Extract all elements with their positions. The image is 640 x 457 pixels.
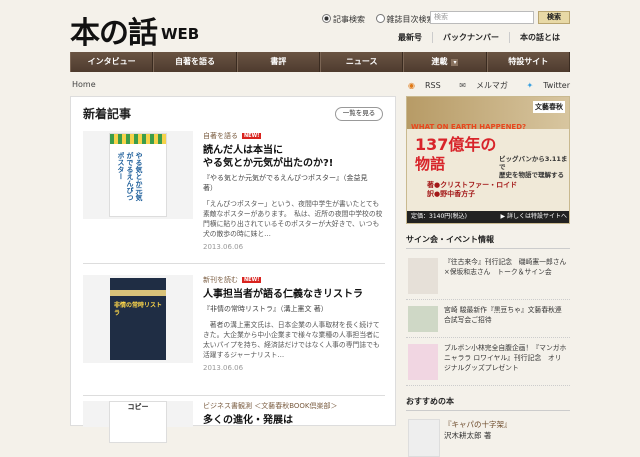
events-heading: サイン会・イベント情報: [406, 234, 570, 249]
nav-interview[interactable]: インタビュー: [70, 52, 154, 72]
ad-headline-en: WHAT ON EARTH HAPPENED?: [411, 123, 527, 131]
article-thumbnail[interactable]: やる気とか元気がでるえんぴつポスター: [83, 131, 193, 219]
article-book: 『やる気とか元気がでるえんぴつポスター』（金益見 著）: [203, 174, 368, 192]
article-date: 2013.06.06: [203, 243, 244, 251]
article-category[interactable]: ビジネス書観測 ＜文藝春秋BOOK倶楽部＞: [203, 401, 383, 411]
search-option-magazine[interactable]: 雑誌目次検索: [375, 14, 435, 24]
event-text[interactable]: 宮崎 駿最新作『黒豆ちゃ』文藝春秋連合試写会ご招待: [444, 305, 568, 325]
article-item[interactable]: コピー ビジネス書観測 ＜文藝春秋BOOK倶楽部＞ 多くの進化・発展は: [83, 401, 385, 443]
book-cover: コピー: [109, 401, 167, 443]
article-thumbnail[interactable]: コピー: [83, 401, 193, 443]
event-text[interactable]: 『往古来今』刊行記念 磯崎憲一郎さん×保坂和志さん トーク＆サイン会: [444, 257, 568, 277]
article-body: 自著を語る NEW! 読んだ人は本当に やる気とか元気が出たのか?! 『やる気とか…: [203, 131, 383, 251]
sidebar: 文藝春秋 WHAT ON EARTH HAPPENED? 137億年の 物語 ビ…: [406, 96, 570, 457]
cover-title: 非情の常時リストラ: [114, 302, 163, 317]
article-body: ビジネス書観測 ＜文藝春秋BOOK倶楽部＞ 多くの進化・発展は: [203, 401, 383, 427]
search-input[interactable]: 検索: [430, 11, 534, 24]
event-item[interactable]: ブルボン小林完全自腹企画！『マンガホニャララ ロワイヤル』刊行記念 オリジナルグ…: [406, 341, 570, 386]
section-heading: 新着記事: [83, 107, 132, 121]
article-title[interactable]: 読んだ人は本当に やる気とか元気が出たのか?!: [203, 144, 383, 170]
event-item[interactable]: 宮崎 駿最新作『黒豆ちゃ』文藝春秋連合試写会ご招待: [406, 303, 570, 338]
twitter-icon: ✦: [526, 81, 534, 90]
ad-authors: 著●クリストファー・ロイド 訳●野中香方子: [427, 181, 518, 198]
twitter-link[interactable]: ✦ Twitter: [518, 81, 570, 90]
ad-publisher: 文藝春秋: [533, 101, 565, 113]
feed-links: ◉ RSS ✉ メルマガ ✦ Twitter: [392, 80, 570, 91]
ad-headline: 137億年の: [415, 135, 497, 154]
ad-tagline: ビッグバンから3.11まで 歴史を物語で理解する: [499, 155, 568, 179]
recommended-book-cover: [408, 419, 440, 457]
article-thumbnail[interactable]: 非情の常時リストラ: [83, 275, 193, 363]
cover-band: [110, 290, 166, 296]
event-photo: [408, 344, 438, 380]
main-nav: インタビュー 自著を語る 書評 ニュース 連載 ▾ 特設サイト: [70, 52, 570, 72]
radio-icon[interactable]: [375, 14, 385, 23]
new-articles-panel: 新着記事 一覧を見る やる気とか元気がでるえんぴつポスター 自著を語る NEW! …: [70, 96, 396, 443]
mail-link[interactable]: ✉ メルマガ: [451, 81, 508, 90]
link-back-numbers[interactable]: バックナンバー: [432, 32, 509, 43]
event-photo: [408, 258, 438, 294]
see-all-button[interactable]: 一覧を見る: [335, 107, 383, 121]
breadcrumb[interactable]: Home: [72, 80, 96, 89]
nav-serials[interactable]: 連載 ▾: [403, 52, 487, 72]
article-title[interactable]: 人事担当者が語る仁義なきリストラ: [203, 288, 383, 301]
search-button[interactable]: 検索: [538, 11, 570, 24]
search-options: 記事検索 雑誌目次検索: [322, 14, 443, 25]
rss-icon: ◉: [407, 81, 415, 90]
page: 本の話 WEB 記事検索 雑誌目次検索 検索 検索 最新号 バックナンバー 本の話とは…: [70, 0, 570, 457]
link-about[interactable]: 本の話とは: [509, 32, 570, 43]
search-option-articles[interactable]: 記事検索: [322, 14, 365, 24]
article-item[interactable]: 非情の常時リストラ 新刊を読む NEW! 人事担当者が語る仁義なきリストラ 『非情…: [83, 275, 385, 396]
article-category[interactable]: 新刊を読む NEW!: [203, 275, 383, 285]
ad-headline-2: 物語: [415, 155, 446, 173]
event-text[interactable]: ブルボン小林完全自腹企画！『マンガホニャララ ロワイヤル』刊行記念 オリジナルグ…: [444, 343, 568, 373]
event-item[interactable]: 『往古来今』刊行記念 磯崎憲一郎さん×保坂和志さん トーク＆サイン会: [406, 255, 570, 300]
ad-detail-link[interactable]: ▶ 詳しくは特設サイトへ: [500, 211, 567, 223]
book-cover: やる気とか元気がでるえんぴつポスター: [109, 133, 167, 217]
new-badge: NEW!: [242, 133, 262, 139]
article-category[interactable]: 自著を語る NEW!: [203, 131, 383, 141]
top-links: 最新号 バックナンバー 本の話とは: [388, 32, 570, 43]
article-title[interactable]: 多くの進化・発展は: [203, 414, 383, 427]
ad-price: 定価：3140円(税込): [411, 213, 467, 220]
book-cover: 非情の常時リストラ: [110, 278, 166, 360]
recommend-heading: おすすめの本: [406, 396, 570, 411]
article-excerpt: 著者の溝上憲文氏は、日本企業の人事取材を長く続けてきた。大企業から中小企業まで様…: [203, 321, 380, 359]
nav-special-sites[interactable]: 特設サイト: [486, 52, 570, 72]
nav-reviews[interactable]: 書評: [236, 52, 320, 72]
recommended-book-info[interactable]: 『キャパの十字架』 沢木耕太郎 著: [444, 419, 568, 441]
nav-news[interactable]: ニュース: [319, 52, 404, 72]
rss-link[interactable]: ◉ RSS: [400, 81, 441, 90]
event-photo: [408, 306, 438, 332]
site-logo[interactable]: 本の話 WEB: [70, 8, 199, 52]
cover-stripe: [110, 134, 166, 144]
nav-author-essays[interactable]: 自著を語る: [153, 52, 237, 72]
article-excerpt: 「えんぴつポスター」という、夜間中学生が書いたとても素敵なポスターがあります。 …: [203, 200, 383, 238]
radio-selected-icon[interactable]: [322, 14, 331, 23]
article-item[interactable]: やる気とか元気がでるえんぴつポスター 自著を語る NEW! 読んだ人は本当に やる…: [83, 131, 385, 264]
link-latest-issue[interactable]: 最新号: [388, 32, 432, 43]
article-date: 2013.06.06: [203, 364, 244, 372]
article-body: 新刊を読む NEW! 人事担当者が語る仁義なきリストラ 『非情の常時リストラ』（溝…: [203, 275, 383, 372]
new-badge: NEW!: [242, 277, 262, 283]
book-ad-banner[interactable]: 文藝春秋 WHAT ON EARTH HAPPENED? 137億年の 物語 ビ…: [406, 96, 570, 224]
dropdown-icon[interactable]: ▾: [451, 59, 459, 66]
logo-text: 本の話: [70, 16, 158, 51]
logo-suffix: WEB: [161, 25, 200, 43]
mail-icon: ✉: [459, 81, 466, 90]
recommended-book[interactable]: 『キャパの十字架』 沢木耕太郎 著: [406, 417, 570, 457]
article-book: 『非情の常時リストラ』（溝上憲文 著）: [203, 305, 328, 313]
ad-footer: 定価：3140円(税込) ▶ 詳しくは特設サイトへ: [407, 211, 569, 223]
cover-title: やる気とか元気がでるえんぴつポスター: [117, 152, 143, 201]
